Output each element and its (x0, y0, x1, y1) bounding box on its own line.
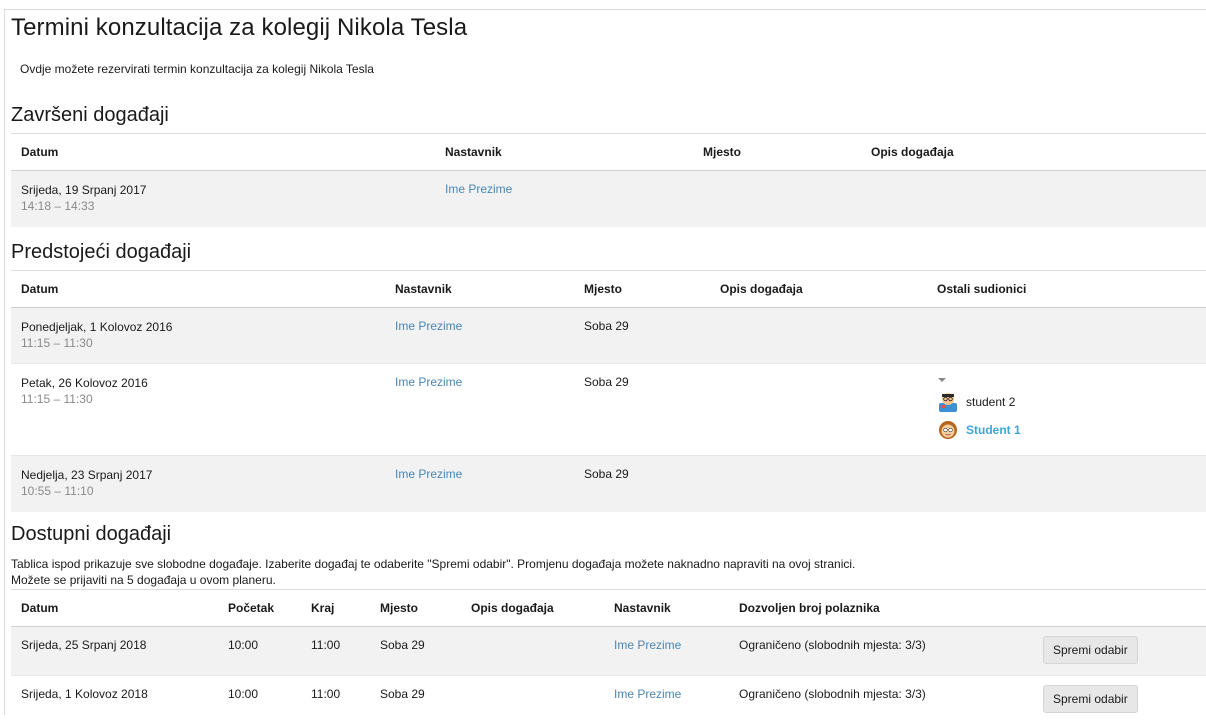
slot-date: Srijeda, 1 Kolovoz 2018 (11, 675, 218, 725)
completed-events-table: Datum Nastavnik Mjesto Opis događaja Sri… (11, 133, 1206, 227)
event-date-cell: Petak, 26 Kolovoz 2016 11:15 – 11:30 (11, 363, 385, 456)
teacher-link[interactable]: Ime Prezime (614, 638, 681, 652)
teacher-link[interactable]: Ime Prezime (395, 319, 462, 333)
participant-item[interactable]: Student 1 (937, 416, 1206, 444)
slot-limit: Ograničeno (slobodnih mjesta: 3/3) (729, 675, 1033, 725)
action-cell: Spremi odabir (1033, 675, 1206, 725)
col-header-place: Mjesto (693, 133, 861, 171)
avatar-icon (939, 393, 957, 412)
event-date: Srijeda, 19 Srpanj 2017 (21, 183, 147, 197)
slot-limit: Ograničeno (slobodnih mjesta: 3/3) (729, 626, 1033, 676)
upcoming-events-table: Datum Nastavnik Mjesto Opis događaja Ost… (11, 270, 1206, 512)
slot-date: Srijeda, 25 Srpanj 2018 (11, 626, 218, 676)
teacher-cell: Ime Prezime (435, 170, 693, 227)
col-header-description: Opis događaja (461, 589, 604, 627)
slot-description (461, 626, 604, 676)
event-time: 11:15 – 11:30 (21, 336, 93, 350)
slot-place: Soba 29 (370, 626, 461, 676)
place-cell: Soba 29 (574, 307, 710, 364)
col-header-description: Opis događaja (710, 270, 927, 308)
col-header-teacher: Nastavnik (435, 133, 693, 171)
event-time: 14:18 – 14:33 (21, 199, 95, 213)
completed-events-title: Završeni događaji (11, 104, 169, 126)
teacher-cell: Ime Prezime (385, 363, 574, 456)
table-row: Ponedjeljak, 1 Kolovoz 2016 11:15 – 11:3… (11, 307, 1206, 364)
slot-description (461, 675, 604, 725)
event-time: 10:55 – 11:10 (21, 484, 94, 498)
table-row: Nedjelja, 23 Srpanj 2017 10:55 – 11:10 I… (11, 455, 1206, 512)
event-date: Ponedjeljak, 1 Kolovoz 2016 (21, 320, 173, 334)
participants-cell: student 2 Student 1 (927, 363, 1206, 456)
teacher-link[interactable]: Ime Prezime (614, 687, 681, 701)
col-header-action (1033, 589, 1206, 627)
collapse-caret-icon[interactable] (938, 378, 946, 382)
available-events-title: Dostupni događaji (11, 523, 172, 545)
col-header-date: Datum (11, 133, 435, 171)
table-header-row: Datum Nastavnik Mjesto Opis događaja Ost… (11, 270, 1206, 308)
slot-start: 10:00 (218, 626, 301, 676)
save-selection-button[interactable]: Spremi odabir (1043, 636, 1138, 664)
event-date-cell: Srijeda, 19 Srpanj 2017 14:18 – 14:33 (11, 170, 435, 227)
description-cell (710, 307, 927, 364)
col-header-date: Datum (11, 589, 218, 627)
place-cell: Soba 29 (574, 363, 710, 456)
available-events-table: Datum Početak Kraj Mjesto Opis događaja … (11, 589, 1206, 725)
avatar-icon (939, 421, 957, 439)
table-header-row: Datum Nastavnik Mjesto Opis događaja (11, 133, 1206, 171)
col-header-other-participants: Ostali sudionici (927, 270, 1206, 308)
col-header-place: Mjesto (574, 270, 710, 308)
event-date: Petak, 26 Kolovoz 2016 (21, 376, 148, 390)
col-header-description: Opis događaja (861, 133, 1206, 171)
description-cell (861, 170, 1206, 227)
event-date: Nedjelja, 23 Srpanj 2017 (21, 468, 153, 482)
description-cell (710, 363, 927, 456)
teacher-cell: Ime Prezime (604, 675, 729, 725)
teacher-link[interactable]: Ime Prezime (445, 182, 512, 196)
col-header-teacher: Nastavnik (604, 589, 729, 627)
participant-name: student 2 (966, 395, 1016, 409)
col-header-allowed-participants: Dozvoljen broj polaznika (729, 589, 1033, 627)
place-cell: Soba 29 (574, 455, 710, 512)
col-header-date: Datum (11, 270, 385, 308)
action-cell: Spremi odabir (1033, 626, 1206, 676)
event-date-cell: Ponedjeljak, 1 Kolovoz 2016 11:15 – 11:3… (11, 307, 385, 364)
upcoming-events-title: Predstojeći događaji (11, 241, 192, 263)
slot-end: 11:00 (301, 675, 370, 725)
event-time: 11:15 – 11:30 (21, 392, 93, 406)
table-row: Petak, 26 Kolovoz 2016 11:15 – 11:30 Ime… (11, 363, 1206, 456)
teacher-cell: Ime Prezime (385, 307, 574, 364)
teacher-cell: Ime Prezime (604, 626, 729, 676)
place-cell (693, 170, 861, 227)
participant-name-link[interactable]: Student 1 (966, 423, 1021, 437)
page-title: Termini konzultacija za kolegij Nikola T… (11, 14, 468, 41)
table-row: Srijeda, 19 Srpanj 2017 14:18 – 14:33 Im… (11, 170, 1206, 227)
page-intro: Ovdje možete rezervirati termin konzulta… (20, 62, 374, 76)
slot-place: Soba 29 (370, 675, 461, 725)
teacher-cell: Ime Prezime (385, 455, 574, 512)
teacher-link[interactable]: Ime Prezime (395, 375, 462, 389)
participant-item: student 2 (937, 388, 1206, 416)
table-row: Srijeda, 1 Kolovoz 2018 10:00 11:00 Soba… (11, 675, 1206, 725)
col-header-end: Kraj (301, 589, 370, 627)
table-row: Srijeda, 25 Srpanj 2018 10:00 11:00 Soba… (11, 626, 1206, 676)
description-cell (710, 455, 927, 512)
col-header-start: Početak (218, 589, 301, 627)
save-selection-button[interactable]: Spremi odabir (1043, 685, 1138, 713)
slot-start: 10:00 (218, 675, 301, 725)
event-date-cell: Nedjelja, 23 Srpanj 2017 10:55 – 11:10 (11, 455, 385, 512)
available-events-description: Tablica ispod prikazuje sve slobodne dog… (11, 557, 856, 571)
table-header-row: Datum Početak Kraj Mjesto Opis događaja … (11, 589, 1206, 627)
col-header-place: Mjesto (370, 589, 461, 627)
col-header-teacher: Nastavnik (385, 270, 574, 308)
participants-cell (927, 307, 1206, 364)
teacher-link[interactable]: Ime Prezime (395, 467, 462, 481)
participants-cell (927, 455, 1206, 512)
slot-end: 11:00 (301, 626, 370, 676)
available-events-limit-note: Možete se prijaviti na 5 događaja u ovom… (11, 573, 276, 587)
